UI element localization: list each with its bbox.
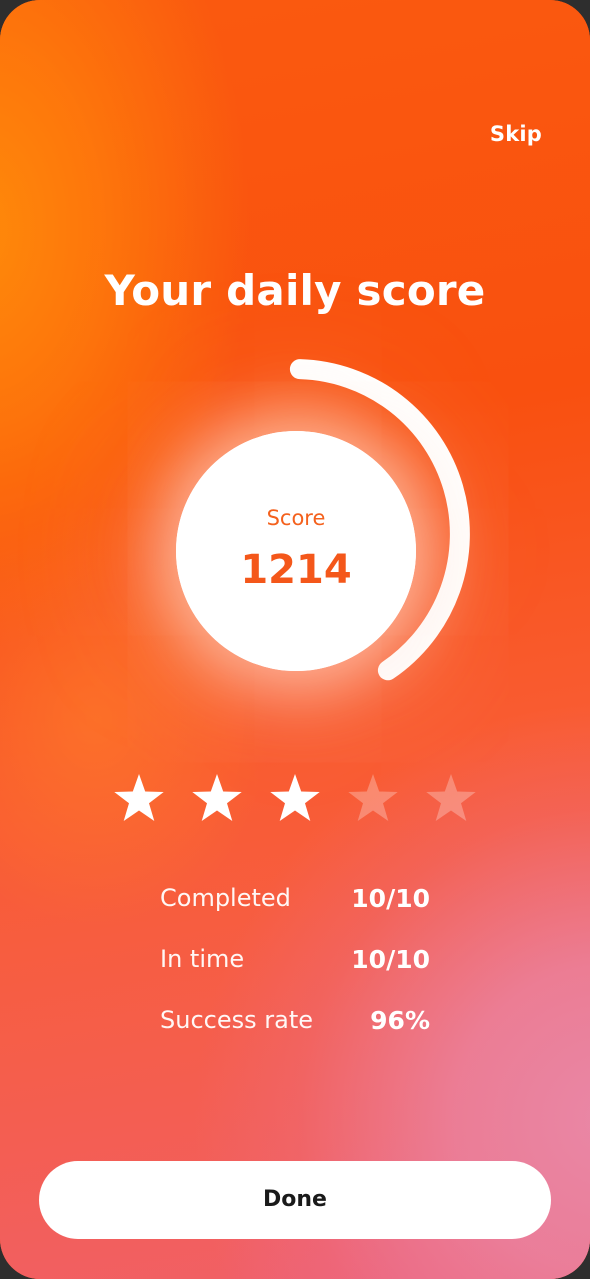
done-button[interactable]: Done	[39, 1161, 551, 1239]
stat-value: 10/10	[351, 884, 430, 913]
daily-score-screen: Skip Your daily score Score 1214 Complet…	[0, 0, 590, 1279]
stat-value: 10/10	[351, 945, 430, 974]
stat-label: Success rate	[160, 1006, 313, 1034]
stat-row-completed: Completed 10/10	[160, 884, 440, 945]
star-filled-icon	[114, 774, 164, 821]
star-filled-icon	[192, 774, 242, 821]
stats-list: Completed 10/10 In time 10/10 Success ra…	[160, 884, 440, 1067]
stat-row-success-rate: Success rate 96%	[160, 1006, 440, 1067]
star-empty-icon	[426, 774, 476, 821]
stat-value: 96%	[370, 1006, 430, 1035]
stat-label: Completed	[160, 884, 291, 912]
stat-label: In time	[160, 945, 245, 973]
star-empty-icon	[348, 774, 398, 821]
star-rating	[114, 774, 476, 821]
star-filled-icon	[270, 774, 320, 821]
stat-row-in-time: In time 10/10	[160, 945, 440, 1006]
